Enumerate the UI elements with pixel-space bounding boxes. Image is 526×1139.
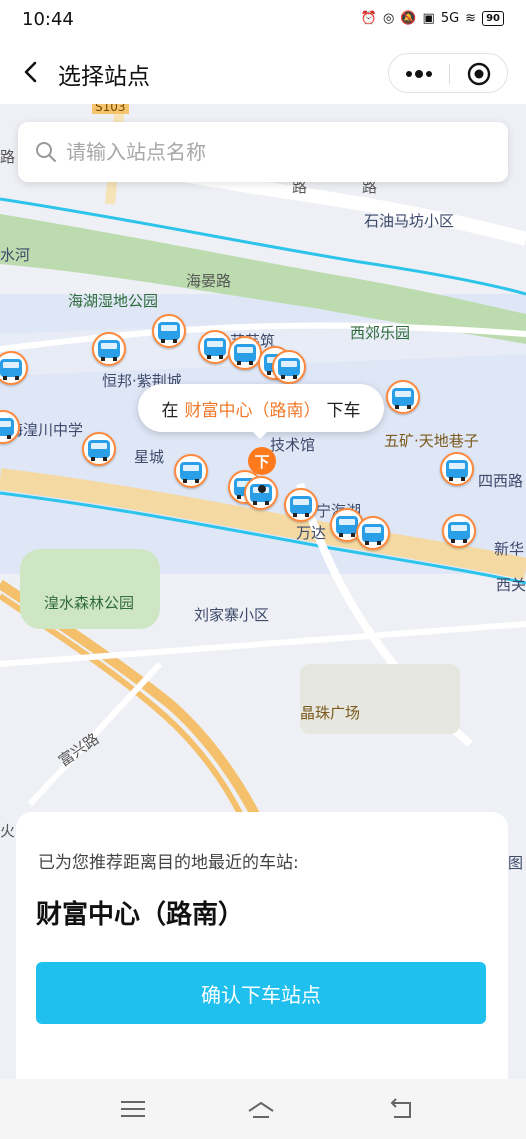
recommend-hint: 已为您推荐距离目的地最近的车站:	[38, 853, 299, 873]
popup-station-name: 财富中心（路南）	[184, 400, 321, 421]
bus-stop-icon[interactable]	[386, 380, 420, 414]
bottom-sheet: 已为您推荐距离目的地最近的车站: 财富中心（路南） 确认下车站点	[16, 812, 508, 1092]
poi-label: 技术馆	[270, 436, 316, 454]
status-bar: 10:44 ⏰ ◎ 🔕 ▣ 5G ≋ 90	[0, 0, 526, 40]
nav-bar: 选择站点	[0, 40, 526, 104]
station-popup[interactable]: 在 财富中心（路南） 下车	[138, 384, 384, 432]
poi-label: 万达	[296, 524, 327, 542]
mute-icon: 🔕	[400, 11, 417, 26]
system-nav-bar	[0, 1079, 526, 1139]
network-label: 5G	[440, 11, 460, 26]
poi-label: 湟水森林公园	[44, 594, 135, 612]
miniprogram-capsule	[388, 53, 508, 93]
more-dots-icon[interactable]	[389, 54, 449, 94]
hd-icon: ▣	[422, 11, 435, 26]
dropoff-marker: 下	[248, 447, 276, 475]
poi-label: 晶珠广场	[300, 704, 361, 722]
status-time: 10:44	[22, 9, 74, 30]
bus-stop-icon[interactable]	[198, 330, 232, 364]
bus-stop-icon[interactable]	[440, 452, 474, 486]
poi-label: 水河	[0, 246, 31, 264]
location-dot	[258, 485, 266, 493]
popup-tail	[251, 430, 269, 439]
alarm-icon: ⏰	[360, 11, 377, 26]
page-title: 选择站点	[58, 64, 150, 90]
wifi-icon: ≋	[465, 11, 477, 26]
search-input[interactable]	[66, 122, 486, 182]
bus-stop-icon[interactable]	[356, 516, 390, 550]
bus-stop-icon[interactable]	[92, 332, 126, 366]
poi-label: 西郊乐园	[350, 324, 411, 342]
poi-label: 星城	[134, 448, 165, 466]
poi-label: 四西路	[478, 472, 524, 490]
status-icons: ⏰ ◎ 🔕 ▣ 5G ≋ 90	[361, 11, 504, 26]
bus-stop-icon-selected[interactable]	[244, 476, 278, 510]
road-label-s103: S103	[92, 104, 129, 114]
poi-label: 图	[508, 854, 524, 872]
popup-prefix: 在	[161, 400, 179, 421]
home-icon[interactable]	[246, 1095, 276, 1123]
confirm-dropoff-button[interactable]: 确认下车站点	[36, 962, 486, 1024]
bus-stop-icon[interactable]	[284, 488, 318, 522]
bus-stop-icon[interactable]	[152, 314, 186, 348]
back-arrow-icon[interactable]	[18, 58, 46, 86]
menu-icon[interactable]	[118, 1095, 148, 1123]
poi-label: 五矿·天地巷子	[384, 432, 479, 450]
poi-label: 石油马坊小区	[364, 212, 455, 230]
bus-stop-icon[interactable]	[272, 350, 306, 384]
location-icon: ◎	[382, 11, 395, 26]
poi-label: 刘家寨小区	[194, 606, 270, 624]
battery-icon: 90	[482, 11, 504, 26]
poi-label: 新华	[494, 540, 525, 558]
road-label: 路	[0, 148, 16, 166]
popup-suffix: 下车	[326, 400, 361, 421]
road-label: 火	[0, 822, 16, 840]
poi-label: 西关	[496, 576, 526, 594]
bus-stop-icon[interactable]	[82, 432, 116, 466]
back-icon[interactable]	[386, 1095, 416, 1123]
bus-stop-icon[interactable]	[174, 454, 208, 488]
recommended-station: 财富中心（路南）	[36, 900, 245, 930]
search-bar	[18, 122, 508, 182]
bus-stop-icon[interactable]	[442, 514, 476, 548]
target-close-icon[interactable]	[449, 54, 509, 94]
poi-label: 海湖湿地公园	[68, 292, 159, 310]
bus-stop-icon[interactable]	[228, 336, 262, 370]
road-label-haiyan: 海晏路	[186, 272, 232, 290]
search-icon	[36, 142, 56, 162]
